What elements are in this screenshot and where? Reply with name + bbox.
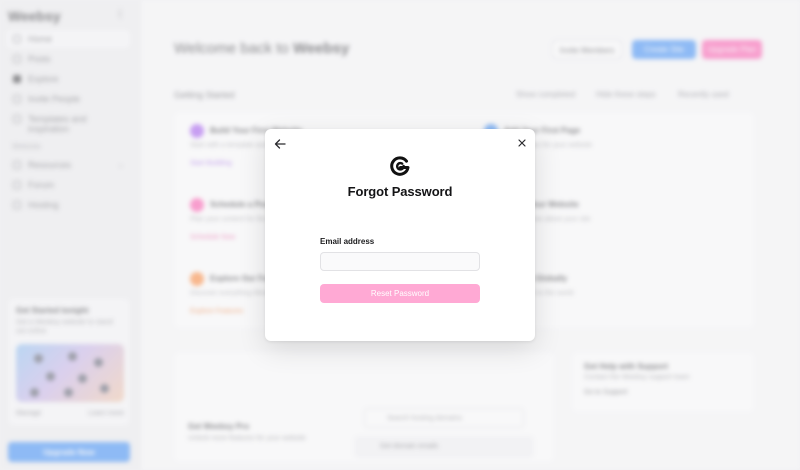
modal-title: Forgot Password [347,184,453,199]
close-button[interactable] [516,136,528,148]
reset-password-button[interactable]: Reset Password [320,284,480,303]
forgot-password-modal: Forgot Password Email address Reset Pass… [265,129,535,341]
brand-logo-icon [390,156,410,176]
email-field[interactable] [320,252,480,271]
email-label: Email address [320,237,375,246]
arrow-left-icon [274,139,286,149]
close-icon [518,139,526,147]
back-button[interactable] [273,137,287,151]
